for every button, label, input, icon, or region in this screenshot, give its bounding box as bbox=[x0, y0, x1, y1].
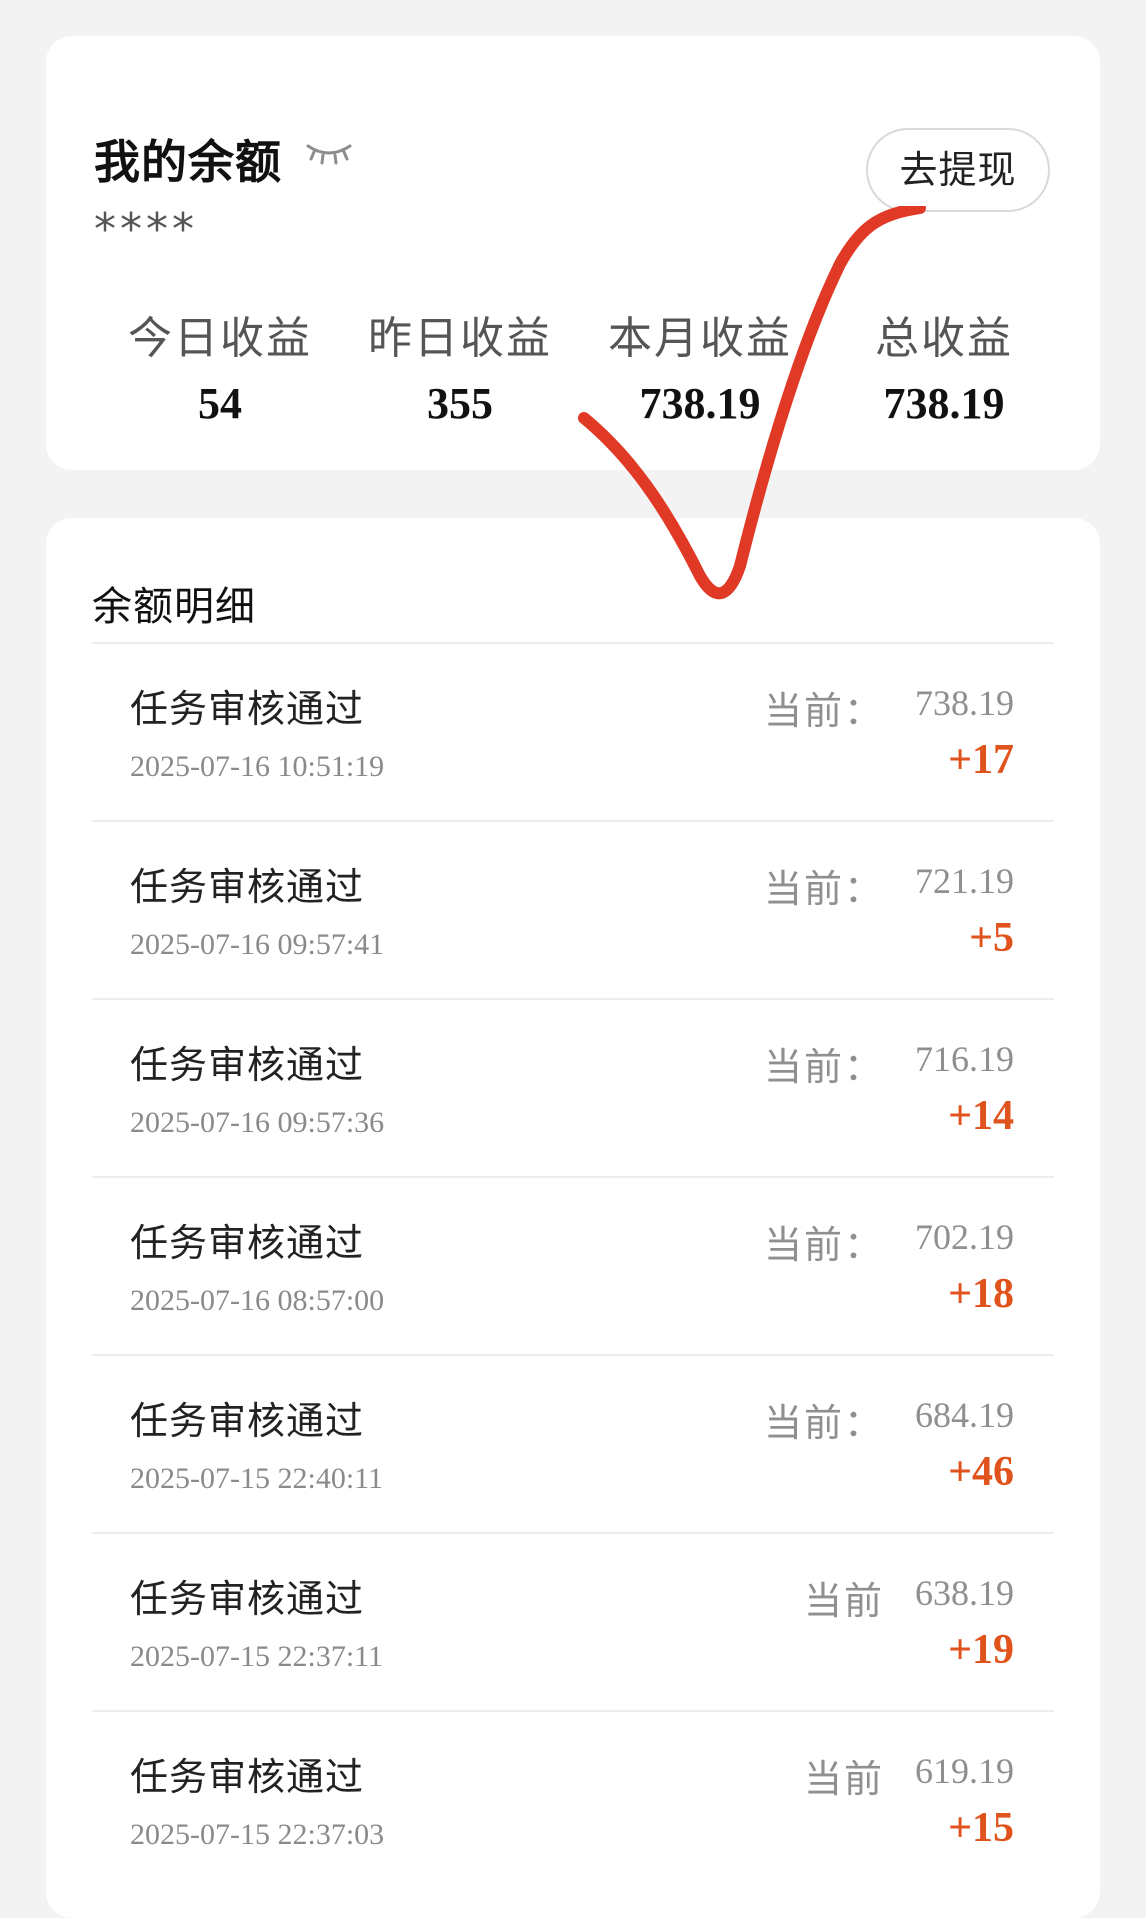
closed-eye-icon[interactable] bbox=[304, 136, 354, 166]
today-earnings-value: 54 bbox=[198, 379, 242, 428]
current-balance-value: 716.19 bbox=[915, 1039, 1014, 1079]
balance-detail-item[interactable]: 任务审核通过 2025-07-15 22:37:03 当前 619.19 +15 bbox=[92, 1710, 1054, 1888]
withdraw-button[interactable]: 去提现 bbox=[866, 128, 1050, 212]
transaction-time: 2025-07-16 08:57:00 bbox=[130, 1284, 385, 1317]
current-balance-value: 721.19 bbox=[915, 861, 1014, 901]
transaction-time: 2025-07-16 09:57:41 bbox=[130, 928, 385, 961]
current-balance-label: 当前： bbox=[763, 1223, 884, 1267]
transaction-amount: +19 bbox=[948, 1627, 1014, 1673]
balance-detail-list: 任务审核通过 2025-07-16 10:51:19 当前： 738.19 +1… bbox=[92, 642, 1054, 1888]
current-balance-value: 638.19 bbox=[915, 1573, 1014, 1613]
current-balance-value: 619.19 bbox=[915, 1751, 1014, 1791]
current-balance-label: 当前 bbox=[803, 1579, 884, 1623]
balance-detail-card: 余额明细 任务审核通过 2025-07-16 10:51:19 当前： 738.… bbox=[46, 518, 1100, 1918]
balance-detail-title: 余额明细 bbox=[92, 584, 256, 630]
transaction-amount: +15 bbox=[948, 1805, 1014, 1851]
transaction-amount: +17 bbox=[948, 737, 1014, 783]
transaction-time: 2025-07-15 22:40:11 bbox=[130, 1462, 384, 1495]
masked-balance: **** bbox=[94, 204, 198, 255]
yesterday-earnings-label: 昨日收益 bbox=[368, 313, 552, 364]
today-earnings-label: 今日收益 bbox=[128, 313, 312, 364]
current-balance-value: 684.19 bbox=[915, 1395, 1014, 1435]
monthly-earnings-value: 738.19 bbox=[639, 379, 761, 428]
transaction-title: 任务审核通过 bbox=[130, 687, 365, 731]
total-earnings-label: 总收益 bbox=[875, 313, 1013, 364]
current-balance-label: 当前： bbox=[763, 867, 884, 911]
current-balance-value: 702.19 bbox=[915, 1217, 1014, 1257]
transaction-amount: +5 bbox=[969, 915, 1014, 961]
balance-detail-item[interactable]: 任务审核通过 2025-07-16 08:57:00 当前： 702.19 +1… bbox=[92, 1176, 1054, 1354]
transaction-amount: +14 bbox=[948, 1093, 1014, 1139]
monthly-earnings-label: 本月收益 bbox=[608, 313, 792, 364]
transaction-time: 2025-07-15 22:37:03 bbox=[130, 1818, 385, 1851]
transaction-title: 任务审核通过 bbox=[130, 1043, 365, 1087]
balance-detail-item[interactable]: 任务审核通过 2025-07-16 09:57:41 当前： 721.19 +5 bbox=[92, 820, 1054, 998]
transaction-title: 任务审核通过 bbox=[130, 1221, 365, 1265]
current-balance-label: 当前： bbox=[763, 1401, 884, 1445]
transaction-amount: +18 bbox=[948, 1271, 1014, 1317]
transaction-title: 任务审核通过 bbox=[130, 1399, 365, 1443]
balance-card: 我的余额 **** 去提现 今日收益 54 昨日收益 355 本月收益 738.… bbox=[46, 36, 1100, 470]
transaction-time: 2025-07-15 22:37:11 bbox=[130, 1640, 384, 1673]
current-balance-value: 738.19 bbox=[915, 683, 1014, 723]
balance-detail-item[interactable]: 任务审核通过 2025-07-16 10:51:19 当前： 738.19 +1… bbox=[92, 642, 1054, 820]
total-earnings-value: 738.19 bbox=[883, 379, 1005, 428]
balance-title: 我的余额 bbox=[94, 135, 282, 189]
current-balance-label: 当前： bbox=[763, 689, 884, 733]
current-balance-label: 当前： bbox=[763, 1045, 884, 1089]
balance-detail-item[interactable]: 任务审核通过 2025-07-16 09:57:36 当前： 716.19 +1… bbox=[92, 998, 1054, 1176]
current-balance-label: 当前 bbox=[803, 1757, 884, 1801]
balance-detail-item[interactable]: 任务审核通过 2025-07-15 22:37:11 当前 638.19 +19 bbox=[92, 1532, 1054, 1710]
transaction-amount: +46 bbox=[948, 1449, 1014, 1495]
transaction-time: 2025-07-16 09:57:36 bbox=[130, 1106, 385, 1139]
transaction-title: 任务审核通过 bbox=[130, 865, 365, 909]
transaction-time: 2025-07-16 10:51:19 bbox=[130, 750, 385, 783]
transaction-title: 任务审核通过 bbox=[130, 1755, 365, 1799]
balance-detail-item[interactable]: 任务审核通过 2025-07-15 22:40:11 当前： 684.19 +4… bbox=[92, 1354, 1054, 1532]
transaction-title: 任务审核通过 bbox=[130, 1577, 365, 1621]
yesterday-earnings-value: 355 bbox=[427, 379, 493, 428]
